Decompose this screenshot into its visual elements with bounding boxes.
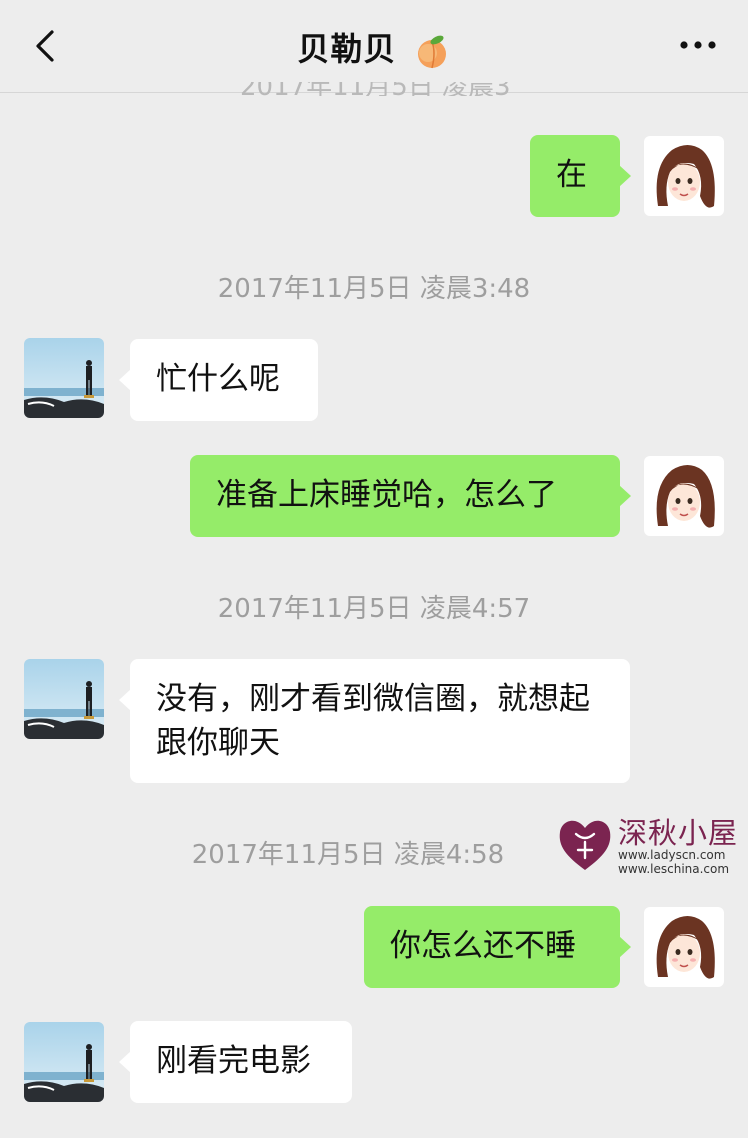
- watermark: 深秋小屋 www.ladyscn.com www.leschina.com: [556, 810, 746, 880]
- seaside-photo-avatar-icon: [24, 338, 104, 418]
- partial-timestamp: 2017年11月5日 凌晨3:4: [240, 82, 510, 96]
- incoming-message[interactable]: 忙什么呢: [119, 339, 318, 421]
- self-avatar[interactable]: [644, 456, 724, 536]
- contact-avatar[interactable]: [24, 1022, 104, 1102]
- outgoing-message[interactable]: 你怎么还不睡: [364, 906, 631, 988]
- watermark-url: www.ladyscn.com: [618, 848, 726, 862]
- self-avatar[interactable]: [644, 136, 724, 216]
- incoming-message[interactable]: 刚看完电影: [119, 1021, 352, 1103]
- more-options-icon[interactable]: [676, 30, 720, 60]
- contact-name: 贝勒贝: [297, 30, 397, 68]
- outgoing-message[interactable]: 在: [530, 135, 631, 217]
- incoming-message[interactable]: 没有，刚才看到微信圈，就想起跟你聊天: [119, 659, 630, 783]
- self-avatar[interactable]: [644, 907, 724, 987]
- watermark-name: 深秋小屋: [618, 816, 739, 850]
- seaside-photo-avatar-icon: [24, 1022, 104, 1102]
- seaside-photo-avatar-icon: [24, 659, 104, 739]
- cartoon-girl-avatar-icon: [644, 456, 724, 536]
- timestamp: 2017年11月5日 凌晨4:57: [217, 594, 531, 624]
- outgoing-message[interactable]: 准备上床睡觉哈，怎么了: [190, 455, 631, 537]
- heart-logo-icon: [559, 820, 611, 870]
- contact-avatar[interactable]: [24, 338, 104, 418]
- cartoon-girl-avatar-icon: [644, 136, 724, 216]
- chat-header: 贝勒贝: [0, 0, 748, 93]
- peach-icon: [417, 35, 446, 69]
- cartoon-girl-avatar-icon: [644, 907, 724, 987]
- contact-avatar[interactable]: [24, 659, 104, 739]
- timestamp: 2017年11月5日 凌晨3:48: [217, 274, 531, 304]
- chat-title: 贝勒贝: [0, 24, 748, 70]
- watermark-url: www.leschina.com: [618, 862, 730, 876]
